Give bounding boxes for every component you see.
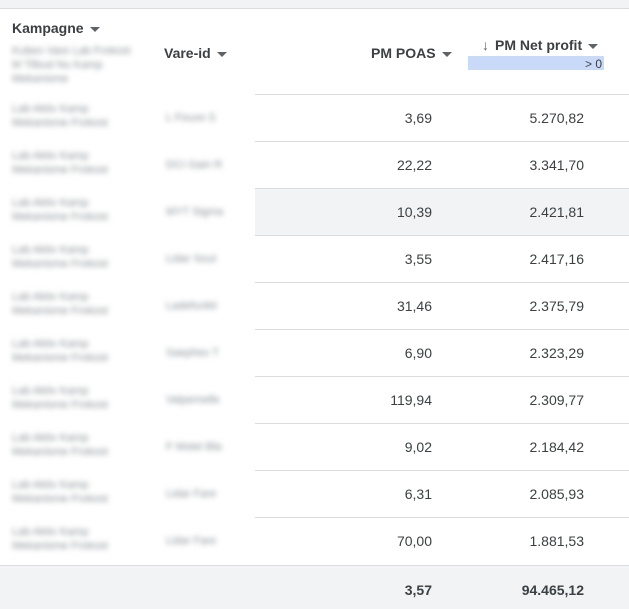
column-header-poas-label: PM POAS	[371, 45, 436, 61]
cell-poas: 9,02	[404, 439, 432, 455]
total-poas: 3,57	[404, 582, 432, 598]
cell-net-profit: 2.375,79	[529, 298, 585, 314]
cell-poas: 22,22	[396, 157, 432, 173]
dropdown-arrow-icon[interactable]	[588, 43, 599, 49]
header-campaign-blurred-text: Kuben Vare Lab Frokost M Tilbud Nu Kamp …	[12, 45, 131, 85]
table-top-bar	[0, 0, 629, 9]
table-row[interactable]: Lab Aktiv Kamp Mekanisme Frokost DCI Gain…	[0, 141, 629, 188]
cell-campaign[interactable]: Lab Aktiv Kamp Mekanisme Frokost	[12, 149, 130, 177]
cell-campaign[interactable]: Lab Aktiv Kamp Mekanisme Frokost	[12, 337, 130, 365]
net-profit-filter-chip[interactable]: > 0	[468, 56, 604, 71]
table-row[interactable]: Lab Aktiv Kamp Mekanisme Frokost F Motel …	[0, 423, 629, 470]
sort-descending-icon[interactable]: ↓	[482, 37, 489, 53]
cell-poas: 10,39	[396, 204, 432, 220]
cell-item-id: Valpemelle	[166, 394, 220, 406]
table-row[interactable]: Lab Aktiv Kamp Mekanisme Frokost Lidar So…	[0, 235, 629, 282]
cell-net-profit: 2.085,93	[529, 486, 585, 502]
cell-poas: 31,46	[396, 298, 432, 314]
cell-net-profit: 2.323,29	[529, 345, 585, 361]
cell-net-profit: 5.270,82	[529, 110, 585, 126]
column-header-campaign[interactable]: Kampagne	[12, 20, 100, 36]
table-row[interactable]: Lab Aktiv Kamp Mekanisme Frokost Saephex …	[0, 329, 629, 376]
column-header-net-profit[interactable]: ↓ PM Net profit	[482, 37, 599, 53]
cell-campaign[interactable]: Lab Aktiv Kamp Mekanisme Frokost	[12, 102, 130, 130]
cell-net-profit: 2.184,42	[529, 439, 585, 455]
cell-poas: 3,69	[404, 110, 432, 126]
cell-campaign[interactable]: Lab Aktiv Kamp Mekanisme Frokost	[12, 431, 130, 459]
cell-item-id: Lidar Fare	[166, 535, 217, 547]
column-header-campaign-label: Kampagne	[12, 20, 84, 36]
cell-item-id: MYT Sigma	[166, 206, 224, 218]
table-row[interactable]: Lab Aktiv Kamp Mekanisme Frokost Valpemel…	[0, 376, 629, 423]
cell-net-profit: 1.881,53	[529, 533, 585, 549]
table-row[interactable]: Lab Aktiv Kamp Mekanisme Frokost Lidar Fa…	[0, 517, 629, 564]
table-row[interactable]: Lab Aktiv Kamp Mekanisme Frokost Ladefunk…	[0, 282, 629, 329]
cell-item-id: Lidar Sout	[166, 253, 217, 265]
cell-campaign[interactable]: Lab Aktiv Kamp Mekanisme Frokost	[12, 196, 130, 224]
cell-campaign[interactable]: Lab Aktiv Kamp Mekanisme Frokost	[12, 290, 130, 318]
cell-net-profit: 3.341,70	[529, 157, 585, 173]
column-header-poas[interactable]: PM POAS	[371, 45, 452, 61]
cell-item-id: Ladefunkti	[166, 300, 217, 312]
cell-campaign[interactable]: Lab Aktiv Kamp Mekanisme Frokost	[12, 384, 130, 412]
cell-campaign[interactable]: Lab Aktiv Kamp Mekanisme Frokost	[12, 478, 130, 506]
table-totals-row: 3,57 94.465,12	[0, 565, 629, 609]
table-row[interactable]: Lab Aktiv Kamp Mekanisme Frokost Lidar Fa…	[0, 470, 629, 517]
table-row[interactable]: Lab Aktiv Kamp Mekanisme Frokost L Fixure…	[0, 94, 629, 141]
cell-campaign[interactable]: Lab Aktiv Kamp Mekanisme Frokost	[12, 243, 130, 271]
cell-net-profit: 2.417,16	[529, 251, 585, 267]
total-net-profit: 94.465,12	[521, 582, 584, 598]
dropdown-arrow-icon[interactable]	[216, 51, 227, 57]
column-header-item-id-label: Vare-id	[164, 45, 211, 61]
cell-poas: 6,31	[404, 486, 432, 502]
cell-item-id: F Motel Bla	[166, 441, 222, 453]
cell-item-id: Saephex T	[166, 347, 220, 359]
cell-item-id: L Fixure S	[166, 112, 216, 124]
dropdown-arrow-icon[interactable]	[441, 51, 452, 57]
cell-net-profit: 2.421,81	[529, 204, 585, 220]
cell-poas: 3,55	[404, 251, 432, 267]
dropdown-arrow-icon[interactable]	[89, 26, 100, 32]
filter-label: > 0	[584, 57, 602, 71]
cell-poas: 119,94	[390, 392, 432, 408]
cell-poas: 6,90	[404, 345, 432, 361]
cell-campaign[interactable]: Lab Aktiv Kamp Mekanisme Frokost	[12, 525, 130, 553]
cell-poas: 70,00	[396, 533, 432, 549]
cell-item-id: Lidar Fare	[166, 488, 217, 500]
table-row[interactable]: Lab Aktiv Kamp Mekanisme Frokost MYT Sigm…	[0, 188, 629, 235]
cell-item-id: DCI Gain R	[166, 159, 223, 171]
column-header-item-id[interactable]: Vare-id	[164, 45, 227, 61]
cell-net-profit: 2.309,77	[529, 392, 585, 408]
column-header-net-profit-label: PM Net profit	[495, 37, 583, 53]
